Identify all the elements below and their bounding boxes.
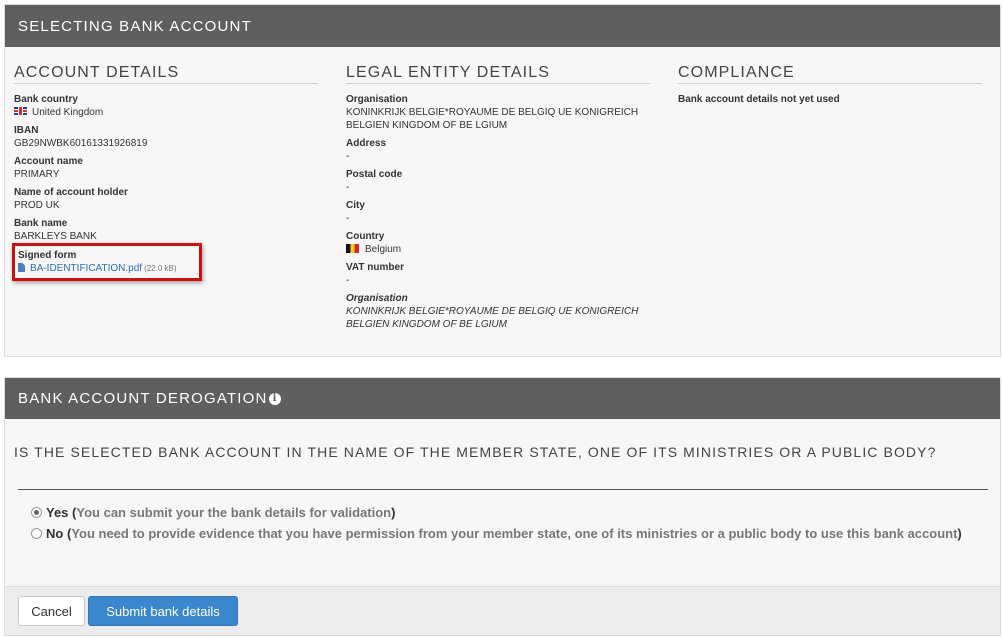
option-yes[interactable]: Yes (You can submit your the bank detail… (31, 505, 395, 520)
account-holder-label: Name of account holder (14, 187, 128, 198)
derogation-title: BANK ACCOUNT DEROGATION (18, 390, 268, 407)
iban-label: IBAN (14, 125, 39, 136)
cancel-button[interactable]: Cancel (18, 596, 85, 626)
derogation-question: IS THE SELECTED BANK ACCOUNT IN THE NAME… (14, 444, 937, 460)
country-field: Country Belgium (346, 230, 650, 256)
info-icon[interactable]: i (268, 392, 281, 405)
organisation-field: Organisation KONINKRIJK BELGIE*ROYAUME D… (346, 93, 650, 132)
derogation-header: BANK ACCOUNT DEROGATION i (5, 378, 1000, 419)
yes-radio[interactable] (31, 507, 42, 518)
yes-label: Yes (46, 505, 69, 520)
postal-code-label: Postal code (346, 169, 403, 180)
question-divider (18, 489, 988, 490)
city-value: - (346, 213, 350, 224)
compliance-section: COMPLIANCE Bank account details not yet … (678, 64, 982, 106)
no-label: No (46, 526, 64, 541)
file-size: (22.0 kB) (144, 264, 177, 273)
option-no[interactable]: No (You need to provide evidence that yo… (31, 526, 971, 541)
address-field: Address - (346, 137, 650, 163)
country-value: Belgium (365, 244, 402, 255)
account-name-field: Account name PRIMARY (14, 155, 318, 181)
address-label: Address (346, 138, 387, 149)
compliance-status: Bank account details not yet used (678, 94, 840, 105)
account-holder-value: PROD UK (14, 200, 60, 211)
country-label: Country (346, 231, 385, 242)
signed-form-label: Signed form (18, 250, 77, 261)
legal-entity-heading: LEGAL ENTITY DETAILS (346, 64, 650, 84)
iban-value: GB29NWBK60161331926819 (14, 138, 148, 149)
belgium-flag-icon (346, 244, 359, 253)
no-hint: You need to provide evidence that you ha… (71, 526, 958, 541)
bank-country-label: Bank country (14, 94, 78, 105)
account-name-value: PRIMARY (14, 169, 60, 180)
vat-number-field: VAT number - (346, 261, 650, 287)
organisation-italic-label: Organisation (346, 293, 408, 304)
organisation-italic-value-line1: KONINKRIJK BELGIE*ROYAUME DE BELGIQ UE K… (346, 306, 639, 317)
postal-code-field: Postal code - (346, 168, 650, 194)
yes-hint: You can submit your the bank details for… (76, 505, 392, 520)
vat-number-label: VAT number (346, 262, 404, 273)
submit-bank-details-button[interactable]: Submit bank details (88, 596, 238, 626)
iban-field: IBAN GB29NWBK60161331926819 (14, 124, 318, 150)
compliance-heading: COMPLIANCE (678, 64, 982, 84)
account-holder-field: Name of account holder PROD UK (14, 186, 318, 212)
city-label: City (346, 200, 365, 211)
bank-country-value: United Kingdom (32, 107, 104, 118)
account-name-label: Account name (14, 156, 83, 167)
city-field: City - (346, 199, 650, 225)
organisation-value-line1: KONINKRIJK BELGIE*ROYAUME DE BELGIQ UE K… (346, 107, 639, 118)
uk-flag-icon (14, 107, 27, 115)
bank-name-field: Bank name BARKLEYS BANK (14, 217, 318, 243)
organisation-italic-field: Organisation KONINKRIJK BELGIE*ROYAUME D… (346, 292, 650, 331)
panel-title: SELECTING BANK ACCOUNT (5, 5, 1000, 47)
account-details-section: ACCOUNT DETAILS Bank country United King… (14, 64, 318, 248)
bank-name-label: Bank name (14, 218, 68, 229)
address-value: - (346, 151, 350, 162)
organisation-label: Organisation (346, 94, 408, 105)
vat-number-value: - (346, 275, 350, 286)
bank-name-value: BARKLEYS BANK (14, 231, 97, 242)
account-details-heading: ACCOUNT DETAILS (14, 64, 318, 84)
bank-country-field: Bank country United Kingdom (14, 93, 318, 119)
file-icon (18, 263, 25, 272)
legal-entity-section: LEGAL ENTITY DETAILS Organisation KONINK… (346, 64, 650, 336)
no-radio[interactable] (31, 528, 42, 539)
organisation-italic-value-line2: BELGIEN KINGDOM OF BE LGIUM (346, 319, 507, 330)
organisation-value-line2: BELGIEN KINGDOM OF BE LGIUM (346, 120, 508, 131)
signed-form-download-link[interactable]: BA-IDENTIFICATION.pdf (30, 263, 142, 274)
postal-code-value: - (346, 182, 350, 193)
signed-form-field: Signed form BA-IDENTIFICATION.pdf (22.0 k… (18, 249, 177, 275)
